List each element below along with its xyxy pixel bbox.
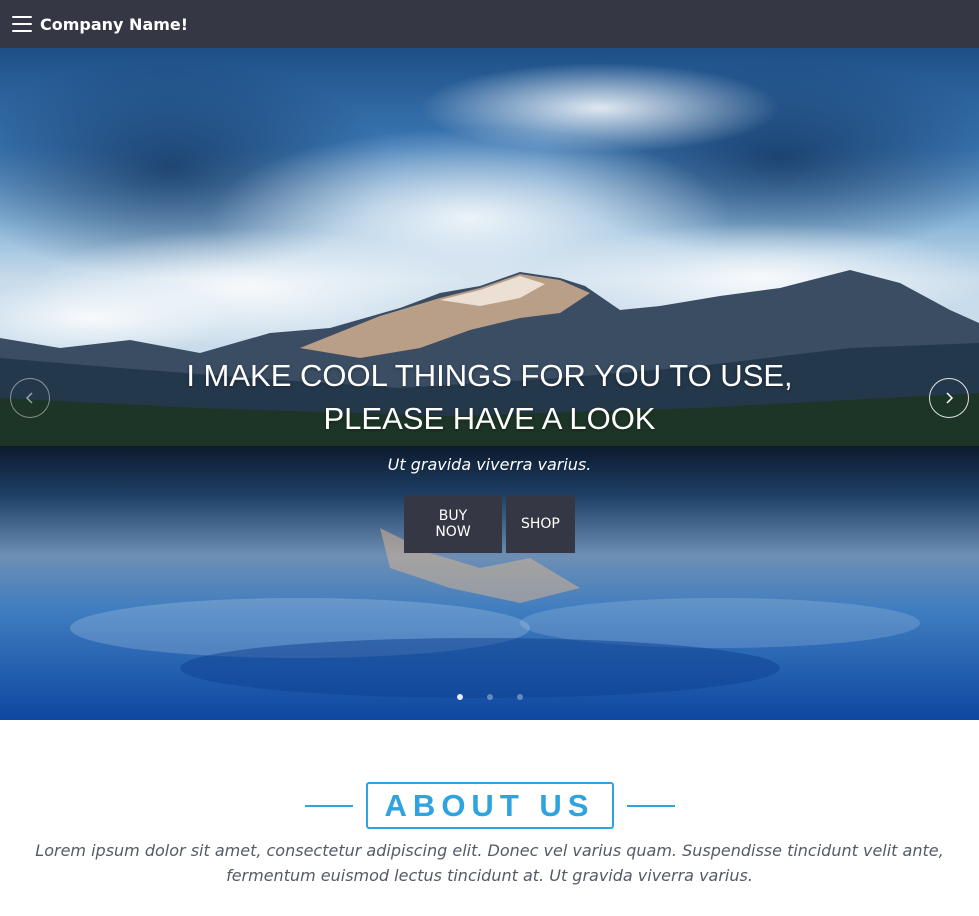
hero-headline: I MAKE COOL THINGS FOR YOU TO USE, PLEAS… bbox=[0, 354, 979, 440]
hero-headline-line2: PLEASE HAVE A LOOK bbox=[323, 401, 656, 436]
buy-now-button[interactable]: BUY NOW bbox=[404, 495, 502, 553]
carousel-prev-button[interactable] bbox=[10, 378, 50, 418]
heading-divider-left bbox=[304, 804, 353, 807]
about-heading-row: ABOUT US bbox=[0, 782, 979, 829]
carousel-dot-2[interactable] bbox=[486, 694, 493, 700]
chevron-left-icon bbox=[25, 392, 33, 404]
carousel-dot-1[interactable] bbox=[456, 694, 463, 700]
carousel-dot-3[interactable] bbox=[516, 694, 523, 700]
hero-carousel: I MAKE COOL THINGS FOR YOU TO USE, PLEAS… bbox=[0, 48, 979, 720]
brand-name[interactable]: Company Name! bbox=[40, 15, 188, 34]
about-title: ABOUT US bbox=[365, 782, 614, 829]
about-description: Lorem ipsum dolor sit amet, consectetur … bbox=[35, 841, 944, 885]
chevron-right-icon bbox=[946, 392, 954, 404]
carousel-indicators bbox=[0, 694, 979, 700]
carousel-next-button[interactable] bbox=[929, 378, 969, 418]
heading-divider-right bbox=[626, 804, 675, 807]
hamburger-icon[interactable] bbox=[12, 16, 32, 32]
hero-subtitle: Ut gravida viverra varius. bbox=[387, 455, 592, 474]
hero-headline-line1: I MAKE COOL THINGS FOR YOU TO USE, bbox=[186, 358, 793, 393]
top-navbar: Company Name! bbox=[0, 0, 979, 48]
shop-button[interactable]: SHOP bbox=[506, 495, 575, 553]
about-section: ABOUT US Lorem ipsum dolor sit amet, con… bbox=[0, 720, 979, 916]
hero-button-group: BUY NOW SHOP bbox=[0, 495, 979, 553]
